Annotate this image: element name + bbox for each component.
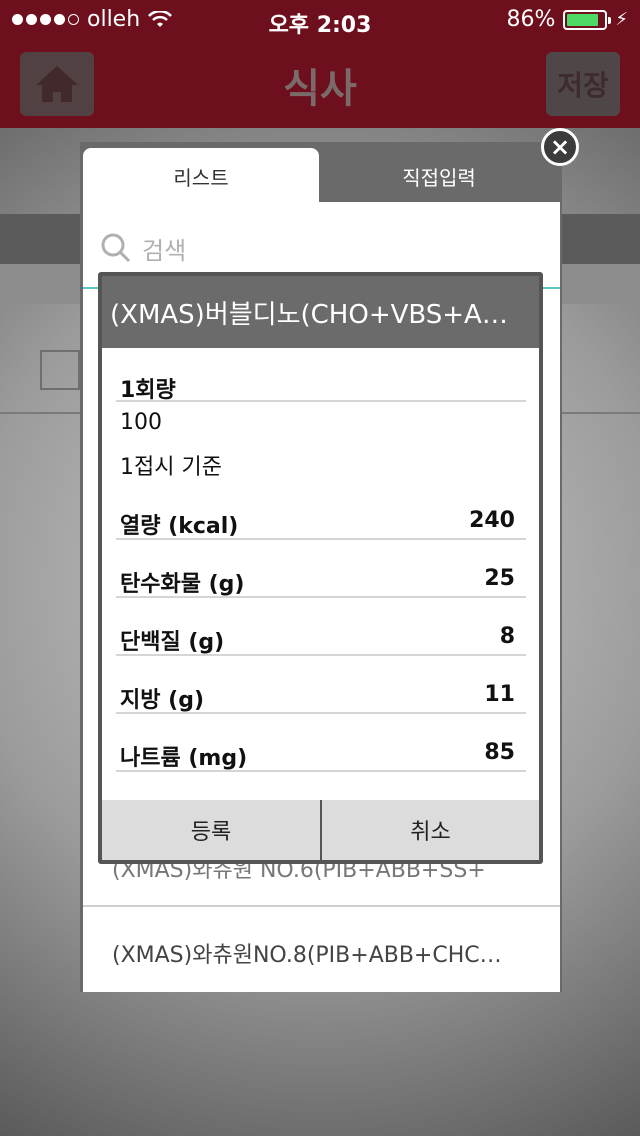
search-icon — [101, 233, 131, 263]
background-checkbox — [40, 350, 80, 390]
serving-basis: 1접시 기준 — [120, 455, 222, 480]
nutrient-value: 240 — [469, 508, 515, 533]
nutrient-label: 나트륨 (mg) — [120, 746, 248, 771]
divider — [116, 712, 526, 714]
divider — [116, 400, 526, 402]
battery-percent: 86% — [506, 7, 556, 32]
page-title: 식사 — [283, 66, 357, 112]
nutrient-label: 열량 (kcal) — [120, 514, 239, 539]
list-item[interactable]: (XMAS)와츄원NO.8(PIB+ABB+CHC… — [112, 937, 532, 969]
nutrient-value: 25 — [484, 566, 515, 591]
charging-icon: ⚡ — [615, 9, 628, 30]
divider — [116, 538, 526, 540]
tab-direct-input[interactable]: 직접입력 — [318, 148, 560, 204]
divider — [116, 596, 526, 598]
divider — [116, 770, 526, 772]
save-button[interactable]: 저장 — [546, 52, 620, 116]
divider — [83, 905, 560, 907]
nutrient-label: 지방 (g) — [120, 688, 204, 713]
serving-amount: 100 — [120, 410, 162, 435]
nutrient-label: 탄수화물 (g) — [120, 572, 245, 597]
close-button[interactable]: × — [541, 128, 579, 166]
nutrient-value: 8 — [499, 624, 515, 649]
cancel-button[interactable]: 취소 — [322, 800, 539, 860]
battery-icon — [563, 9, 612, 30]
search-placeholder: 검색 — [142, 236, 187, 265]
nutrient-label: 단백질 (g) — [120, 630, 225, 655]
tab-list[interactable]: 리스트 — [83, 148, 319, 204]
nutrient-value: 11 — [484, 682, 515, 707]
dialog-title: (XMAS)버블디노(CHO+VBS+A… — [102, 276, 539, 348]
close-icon: × — [549, 133, 571, 161]
register-button[interactable]: 등록 — [102, 800, 320, 860]
status-bar: olleh 오후 2:03 86% ⚡ — [0, 0, 640, 40]
divider — [116, 654, 526, 656]
search-input[interactable]: 검색 — [100, 226, 540, 270]
nutrient-value: 85 — [484, 740, 515, 765]
